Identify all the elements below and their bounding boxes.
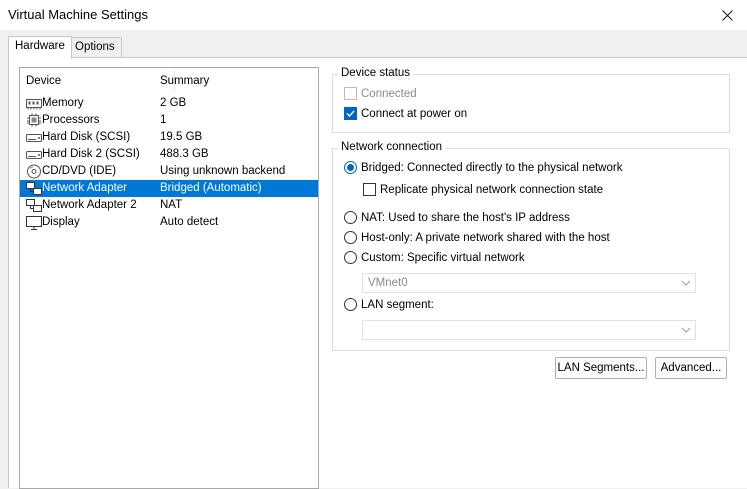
connect-at-power-on-label: Connect at power on xyxy=(361,107,468,120)
cd-dvd-icon xyxy=(27,164,41,179)
lan-segment-radio-dot xyxy=(344,298,357,311)
network-adapter-icon xyxy=(26,182,42,195)
custom-radio[interactable]: Custom: Specific virtual network xyxy=(344,251,525,264)
connect-at-power-on-box xyxy=(344,107,357,120)
device-list[interactable]: Device Summary Memory 2 GB Processors 1 … xyxy=(19,67,319,489)
processor-icon xyxy=(27,113,41,127)
device-summary: Bridged (Automatic) xyxy=(160,182,262,194)
device-summary: Auto detect xyxy=(160,216,219,228)
custom-label: Custom: Specific virtual network xyxy=(361,251,525,264)
custom-network-value: VMnet0 xyxy=(368,277,408,289)
connected-label: Connected xyxy=(361,87,417,100)
hard-disk-icon xyxy=(26,151,42,159)
device-name: Processors xyxy=(42,114,100,126)
column-header-device[interactable]: Device xyxy=(26,75,61,87)
device-summary: 19.5 GB xyxy=(160,131,203,143)
replicate-state-box xyxy=(363,183,376,196)
lan-segment-label: LAN segment: xyxy=(361,298,434,311)
device-row-memory[interactable]: Memory 2 GB xyxy=(20,95,318,112)
chevron-down-icon xyxy=(681,327,691,333)
device-row-network-adapter[interactable]: Network Adapter Bridged (Automatic) xyxy=(20,180,318,197)
device-name: Hard Disk (SCSI) xyxy=(42,131,131,143)
host-only-label: Host-only: A private network shared with… xyxy=(361,231,610,244)
network-connection-group: Network connection Bridged: Connected di… xyxy=(332,141,730,351)
device-name: Hard Disk 2 (SCSI) xyxy=(42,148,140,160)
device-summary: NAT xyxy=(160,199,183,211)
device-row-display[interactable]: Display Auto detect xyxy=(20,214,318,231)
close-button[interactable] xyxy=(707,0,747,30)
replicate-state-checkbox[interactable]: Replicate physical network connection st… xyxy=(363,183,603,196)
lan-segment-radio[interactable]: LAN segment: xyxy=(344,298,434,311)
device-name: CD/DVD (IDE) xyxy=(42,165,117,177)
tab-hardware[interactable]: Hardware xyxy=(8,36,72,59)
connected-checkbox[interactable]: Connected xyxy=(344,87,417,100)
device-row-network-adapter-2[interactable]: Network Adapter 2 NAT xyxy=(20,197,318,214)
device-row-hard-disk[interactable]: Hard Disk (SCSI) 19.5 GB xyxy=(20,129,318,146)
display-icon xyxy=(26,216,42,230)
device-name: Network Adapter 2 xyxy=(42,199,137,211)
tab-options[interactable]: Options xyxy=(68,37,122,58)
column-header-summary[interactable]: Summary xyxy=(160,75,209,87)
device-list-header: Device Summary xyxy=(20,68,318,94)
host-only-radio-dot xyxy=(344,231,357,244)
bridged-radio[interactable]: Bridged: Connected directly to the physi… xyxy=(344,161,622,174)
lan-segment-select[interactable] xyxy=(362,320,696,340)
custom-radio-dot xyxy=(344,251,357,264)
hard-disk-icon xyxy=(26,134,42,142)
device-row-cd-dvd[interactable]: CD/DVD (IDE) Using unknown backend xyxy=(20,163,318,180)
bridged-label: Bridged: Connected directly to the physi… xyxy=(361,161,623,174)
checkmark-icon xyxy=(346,110,355,118)
device-summary: Using unknown backend xyxy=(160,165,286,177)
title-bar: Virtual Machine Settings xyxy=(0,0,747,30)
device-summary: 488.3 GB xyxy=(160,148,209,160)
nat-radio-dot xyxy=(344,211,357,224)
device-row-processors[interactable]: Processors 1 xyxy=(20,112,318,129)
nat-radio[interactable]: NAT: Used to share the host's IP address xyxy=(344,211,570,224)
network-connection-title: Network connection xyxy=(338,141,445,153)
network-adapter-icon xyxy=(26,199,42,212)
advanced-button[interactable]: Advanced... xyxy=(655,357,727,379)
host-only-radio[interactable]: Host-only: A private network shared with… xyxy=(344,231,610,244)
lan-segments-button[interactable]: LAN Segments... xyxy=(555,357,647,379)
device-status-group: Device status Connected Connect at power… xyxy=(332,67,730,133)
replicate-state-label: Replicate physical network connection st… xyxy=(380,183,604,196)
bridged-radio-dot xyxy=(344,161,357,174)
custom-network-select[interactable]: VMnet0 xyxy=(362,273,696,293)
nat-label: NAT: Used to share the host's IP address xyxy=(361,211,570,224)
device-name: Memory xyxy=(42,97,84,109)
connected-checkbox-box xyxy=(344,87,357,100)
close-icon xyxy=(721,9,733,21)
device-name: Network Adapter xyxy=(42,182,128,194)
window-title: Virtual Machine Settings xyxy=(8,7,148,22)
device-summary: 2 GB xyxy=(160,97,187,109)
device-status-title: Device status xyxy=(338,67,414,79)
chevron-down-icon xyxy=(681,280,691,286)
device-summary: 1 xyxy=(160,114,167,126)
device-name: Display xyxy=(42,216,80,228)
device-row-hard-disk-2[interactable]: Hard Disk 2 (SCSI) 488.3 GB xyxy=(20,146,318,163)
memory-icon xyxy=(26,99,42,110)
connect-at-power-on-checkbox[interactable]: Connect at power on xyxy=(344,107,467,120)
